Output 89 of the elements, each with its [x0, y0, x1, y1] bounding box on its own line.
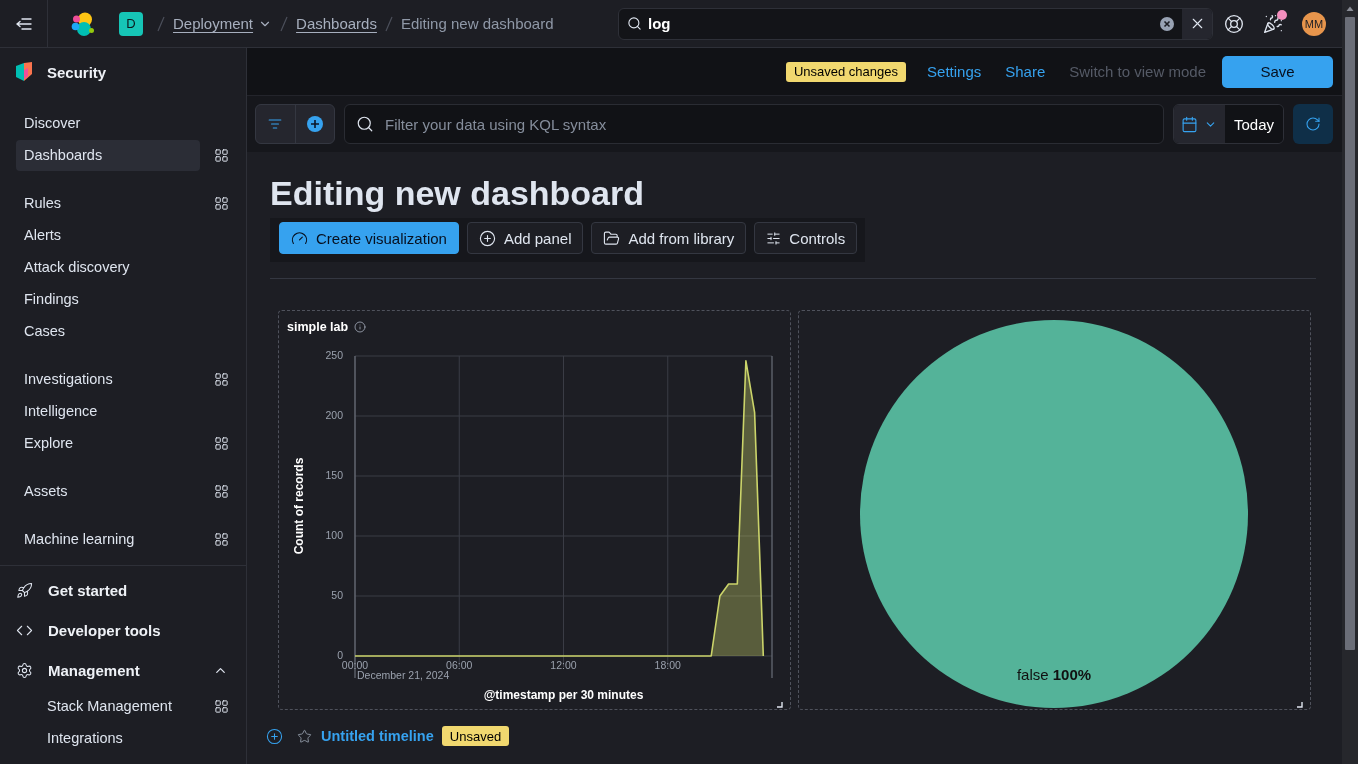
nav-item[interactable]: Management	[0, 650, 246, 690]
clear-icon[interactable]	[1160, 16, 1174, 31]
axis-title: Count of records	[292, 457, 306, 555]
section-title: Security	[47, 63, 107, 81]
date-button[interactable]: Today	[1224, 105, 1283, 143]
y-tick-label: 0	[337, 649, 343, 661]
x-tick-label: 12:00	[550, 659, 577, 671]
nav-item[interactable]: Machine learning	[16, 523, 200, 555]
grid-icon[interactable]	[214, 371, 229, 387]
search-icon	[356, 115, 374, 133]
x-tick-label: 18:00	[654, 659, 681, 671]
search-icon	[627, 16, 642, 31]
refresh-button[interactable]	[1293, 104, 1333, 144]
nav-item[interactable]: Stack Management	[39, 691, 200, 721]
toolbar-button[interactable]: Add panel	[466, 222, 584, 254]
resize-handle-icon[interactable]	[1297, 702, 1303, 708]
toolbar-button[interactable]: Add from library	[591, 222, 747, 254]
date-menu-button[interactable]	[1173, 105, 1225, 143]
user-avatar[interactable]: MM	[1302, 11, 1326, 36]
status-badge: Unsaved	[441, 726, 510, 746]
grid-icon[interactable]	[214, 531, 229, 547]
nav-item[interactable]: Discover	[16, 107, 200, 139]
header-link[interactable]: Share	[993, 55, 1058, 88]
menu-collapse-icon	[15, 17, 32, 30]
help-icon[interactable]	[1224, 13, 1244, 34]
y-tick-label: 200	[325, 409, 343, 421]
nav-item[interactable]: Dashboards	[16, 139, 200, 171]
plus-circle-icon[interactable]	[266, 727, 283, 745]
grid-icon[interactable]	[214, 195, 229, 211]
status-badge: Unsaved changes	[785, 61, 907, 82]
refresh-icon	[1305, 116, 1321, 132]
panel-title: simple lab	[287, 320, 349, 334]
nav-item[interactable]: Integrations	[39, 723, 200, 753]
breadcrumb-current: Editing new dashboard	[400, 15, 554, 32]
axis-title: @timestamp per 30 minutes	[483, 688, 644, 702]
plus-circle-icon	[478, 229, 496, 247]
nav-item[interactable]: Attack discovery	[16, 251, 200, 283]
y-tick-label: 250	[325, 349, 343, 361]
folder-icon	[603, 229, 621, 247]
breadcrumb-link[interactable]: Dashboards	[296, 15, 377, 32]
slash-icon	[384, 15, 393, 32]
slice-label: false 100%	[1016, 666, 1092, 683]
nav-item[interactable]: Rules	[16, 187, 200, 219]
sliders-icon	[766, 230, 782, 246]
slash-icon	[280, 15, 289, 32]
info-icon	[354, 321, 367, 333]
y-tick-label: 100	[325, 529, 343, 541]
toolbar-button[interactable]: Create visualization	[279, 222, 459, 254]
plus-circle-icon	[306, 116, 323, 132]
app-logo[interactable]	[70, 10, 96, 37]
page-title: Editing new dashboard	[270, 173, 645, 213]
date-label: December 21, 2024	[357, 669, 450, 681]
space-avatar[interactable]: D	[119, 11, 143, 36]
close-button[interactable]	[1182, 8, 1212, 39]
breadcrumb-link[interactable]: Deployment	[173, 15, 273, 32]
nav-item[interactable]: Findings	[16, 283, 200, 315]
scrollbar[interactable]	[1342, 0, 1358, 764]
nav-item[interactable]: Intelligence	[16, 395, 200, 427]
grid-icon[interactable]	[214, 698, 229, 714]
header-link[interactable]: Settings	[915, 55, 994, 88]
nav-item[interactable]: Investigations	[16, 363, 200, 395]
slash-icon	[157, 15, 165, 32]
grid-icon[interactable]	[214, 147, 229, 163]
toolbar-button[interactable]: Controls	[754, 222, 858, 254]
x-tick-label: 00:00	[341, 659, 369, 671]
nav-item[interactable]: Developer tools	[0, 610, 246, 650]
shield-logo	[16, 62, 32, 82]
search-field[interactable]: log	[618, 7, 1213, 40]
calendar-icon	[1181, 115, 1199, 133]
nav-item[interactable]: Cases	[16, 315, 200, 347]
nav-item[interactable]: Get started	[0, 570, 246, 610]
grid-icon[interactable]	[214, 483, 229, 499]
x-tick-label: 06:00	[446, 659, 473, 671]
rocket-icon	[16, 581, 33, 599]
save-button[interactable]: Save	[1222, 55, 1333, 88]
timeline-link[interactable]: Untitled timeline	[321, 728, 434, 744]
gauge-icon	[291, 229, 308, 247]
y-tick-label: 150	[325, 469, 343, 481]
search-input[interactable]: log	[648, 8, 1160, 39]
grid-icon[interactable]	[214, 435, 229, 451]
nav-item[interactable]: Alerts	[16, 219, 200, 251]
resize-handle-icon[interactable]	[777, 702, 783, 708]
nav-item[interactable]: Assets	[16, 475, 200, 507]
star-icon[interactable]	[297, 728, 312, 744]
gear-icon	[16, 661, 33, 679]
y-tick-label: 50	[331, 589, 343, 601]
filter-icon	[268, 117, 283, 131]
party-popper-icon[interactable]	[1263, 13, 1283, 34]
nav-item[interactable]: Explore	[16, 427, 200, 459]
